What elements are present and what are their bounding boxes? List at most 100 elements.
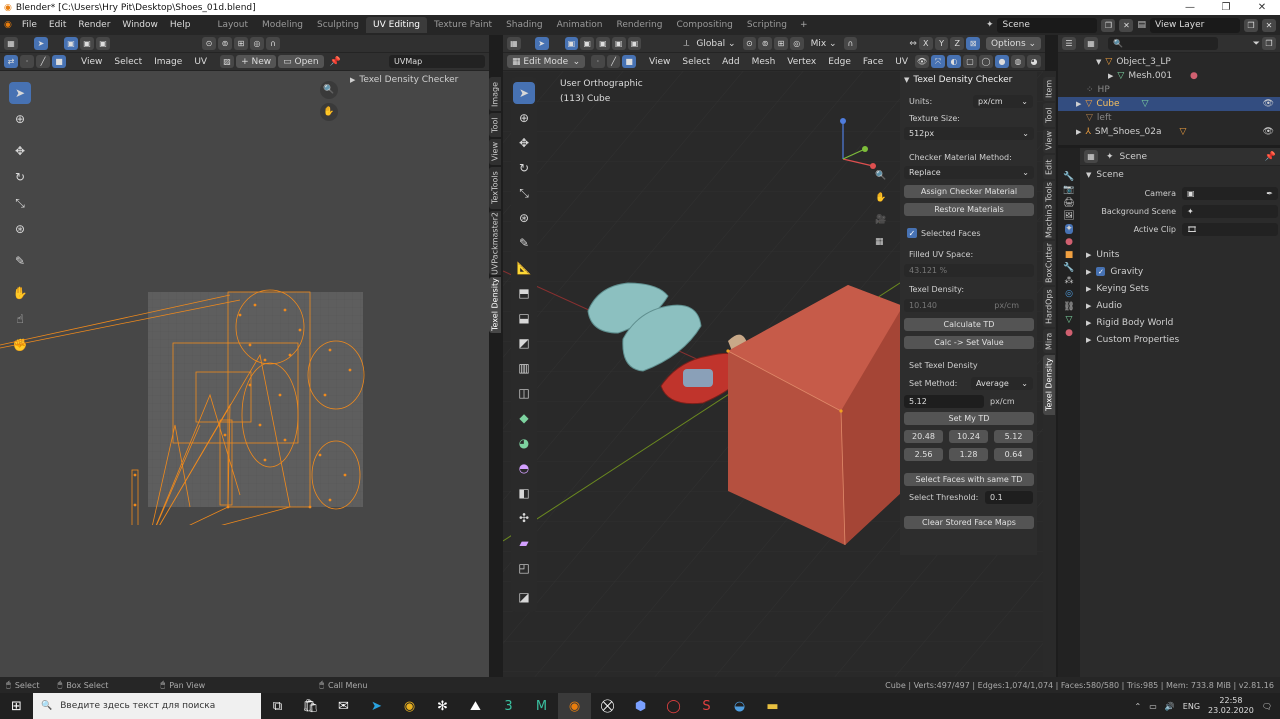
outliner-row-sm-shoes[interactable]: ▶ ⅄ SM_Shoes_02a ▽ 👁: [1058, 125, 1280, 139]
vp-tab-tool[interactable]: Tool: [1043, 103, 1055, 127]
open-image-button[interactable]: ▭ Open: [278, 55, 324, 68]
taskbar-search[interactable]: 🔍 Введите здесь текст для поиска: [33, 693, 261, 719]
viewport-menu-view[interactable]: View: [644, 57, 675, 67]
viewport-menu-select[interactable]: Select: [677, 57, 715, 67]
app-icon[interactable]: M: [525, 693, 558, 719]
falloff-icon[interactable]: ∩: [266, 37, 280, 50]
annotate-tool-icon[interactable]: ✎: [9, 250, 31, 272]
properties-editor-type-icon[interactable]: ▦: [1084, 150, 1098, 163]
uv-menu-uv[interactable]: UV: [189, 57, 212, 67]
image-browse-icon[interactable]: ▨: [220, 55, 235, 68]
visibility-eye-icon[interactable]: 👁: [1263, 99, 1274, 109]
notifications-icon[interactable]: 🗨: [1262, 702, 1272, 711]
tab-shading[interactable]: Shading: [499, 17, 550, 33]
scene-section-header[interactable]: ▼ Scene: [1080, 166, 1280, 184]
viewport-menu-vertex[interactable]: Vertex: [782, 57, 821, 67]
new-image-button[interactable]: + New: [236, 55, 277, 68]
tray-chevron-icon[interactable]: ⌃: [1135, 702, 1142, 711]
snap-target-icon[interactable]: ⊞: [234, 37, 248, 50]
vp-annotate-tool-icon[interactable]: ✎: [513, 232, 535, 254]
preset-2-56-button[interactable]: 2.56: [904, 448, 943, 461]
sync-selection-icon[interactable]: ⇄: [4, 55, 18, 68]
viewport-falloff-icon[interactable]: ∩: [843, 37, 858, 50]
outliner-row-cube[interactable]: ▶ ▽ Cube ▽ 👁: [1058, 97, 1280, 111]
view-layer-props-icon[interactable]: 🖼: [1063, 211, 1074, 221]
vp-move-tool-icon[interactable]: ✥: [513, 132, 535, 154]
keying-sets-section[interactable]: ▶ Keying Sets: [1080, 280, 1280, 297]
viewport-grid-icon[interactable]: ▦: [875, 237, 884, 247]
delete-scene-icon[interactable]: ✕: [1119, 18, 1134, 32]
assign-checker-button[interactable]: Assign Checker Material: [904, 185, 1034, 198]
mode-dropdown[interactable]: ▦ Edit Mode ⌄: [507, 55, 586, 68]
new-view-layer-icon[interactable]: ❐: [1244, 18, 1258, 32]
menu-window[interactable]: Window: [116, 20, 164, 30]
uv-tab-texel-density[interactable]: Texel Density: [489, 277, 501, 333]
audio-section[interactable]: ▶ Audio: [1080, 297, 1280, 314]
outliner-row-left[interactable]: ▽ left: [1058, 111, 1280, 125]
app-icon[interactable]: S: [690, 693, 723, 719]
network-icon[interactable]: ▭: [1149, 702, 1157, 711]
vp-tab-texel-density[interactable]: Texel Density: [1043, 355, 1055, 415]
chrome-icon[interactable]: ◉: [393, 693, 426, 719]
td-panel-header[interactable]: ▼ Texel Density Checker: [904, 75, 1033, 85]
vp-tab-item-label[interactable]: Item: [1043, 77, 1055, 101]
preset-1-28-button[interactable]: 1.28: [949, 448, 988, 461]
select-mode-new-icon[interactable]: ▣: [64, 37, 78, 50]
viewport-menu-mesh[interactable]: Mesh: [747, 57, 781, 67]
shading-rendered-icon[interactable]: ◕: [1027, 55, 1041, 68]
tab-animation[interactable]: Animation: [550, 17, 610, 33]
vp-rip-tool-icon[interactable]: ◰: [513, 557, 535, 579]
vp-inset-tool-icon[interactable]: ⬓: [513, 307, 535, 329]
uv-tab-textools[interactable]: TexTools: [489, 167, 501, 209]
scale-tool-icon[interactable]: ⤡: [9, 192, 31, 214]
viewport-pan-icon[interactable]: ✋: [875, 193, 886, 203]
axis-x-toggle[interactable]: X: [918, 37, 933, 50]
pan-view-icon[interactable]: ✋: [320, 103, 338, 121]
vp-cursor-tool-icon[interactable]: ⊕: [513, 107, 535, 129]
viewport-select-invert-icon[interactable]: ▣: [611, 37, 626, 50]
preset-5-12-button[interactable]: 5.12: [994, 430, 1033, 443]
pivot-icon[interactable]: ⊙: [202, 37, 216, 50]
blender-taskbar-icon[interactable]: ◉: [558, 693, 591, 719]
app-icon[interactable]: ◒: [723, 693, 756, 719]
outliner-row-object3lp[interactable]: ▼ ▽ Object_3_LP: [1058, 55, 1280, 69]
set-method-dropdown[interactable]: Average ⌄: [971, 377, 1033, 390]
view-layer-selector[interactable]: View Layer: [1150, 17, 1240, 33]
viewport-proportional-icon[interactable]: ◎: [789, 37, 804, 50]
calculate-td-button[interactable]: Calculate TD: [904, 318, 1034, 331]
move-tool-icon[interactable]: ✥: [9, 140, 31, 162]
modifier-props-icon[interactable]: 🔧: [1063, 263, 1074, 273]
viewport-select-tool-icon[interactable]: ➤: [534, 37, 549, 50]
outliner-search-input[interactable]: 🔍: [1108, 37, 1218, 50]
show-overlays-icon[interactable]: ◐: [947, 55, 961, 68]
menu-file[interactable]: File: [16, 20, 43, 30]
vp-tab-mira[interactable]: Mira: [1043, 329, 1055, 353]
axis-y-toggle[interactable]: Y: [934, 37, 949, 50]
restore-materials-button[interactable]: Restore Materials: [904, 203, 1034, 216]
explorer-icon[interactable]: ▬: [756, 693, 789, 719]
tool-props-icon[interactable]: 🔧: [1063, 172, 1074, 182]
view-object-types-icon[interactable]: 👁: [915, 55, 929, 68]
viewport-select-extend-icon[interactable]: ▣: [580, 37, 595, 50]
vp-polybuild-tool-icon[interactable]: ◆: [513, 407, 535, 429]
app-icon[interactable]: ◯: [657, 693, 690, 719]
vp-tab-boxcutter[interactable]: BoxCutter: [1043, 241, 1055, 285]
outliner-editor-type-icon[interactable]: ☰: [1062, 37, 1076, 50]
uv-menu-select[interactable]: Select: [109, 57, 147, 67]
blender-menu-icon[interactable]: ◉: [4, 20, 12, 30]
proportional-mode-dropdown[interactable]: Mix ⌄: [805, 37, 842, 50]
transform-tool-icon[interactable]: ⊛: [9, 218, 31, 240]
new-scene-icon[interactable]: ❐: [1101, 18, 1116, 32]
scene-props-icon[interactable]: ✦: [1065, 224, 1073, 234]
vp-bevel-tool-icon[interactable]: ◩: [513, 332, 535, 354]
vp-tab-edit[interactable]: Edit: [1043, 155, 1055, 179]
tab-texture-paint[interactable]: Texture Paint: [427, 17, 499, 33]
zoom-view-icon[interactable]: 🔍: [320, 81, 338, 99]
viewport-snap-icon[interactable]: ⊚: [758, 37, 773, 50]
viewport-editor-type-icon[interactable]: ▦: [507, 37, 521, 50]
maximize-button[interactable]: ❐: [1208, 2, 1244, 13]
vp-knife-tool-icon[interactable]: ◫: [513, 382, 535, 404]
tab-layout[interactable]: Layout: [210, 17, 255, 33]
taskbar-lang[interactable]: ENG: [1183, 702, 1200, 711]
tab-scripting[interactable]: Scripting: [740, 17, 794, 33]
